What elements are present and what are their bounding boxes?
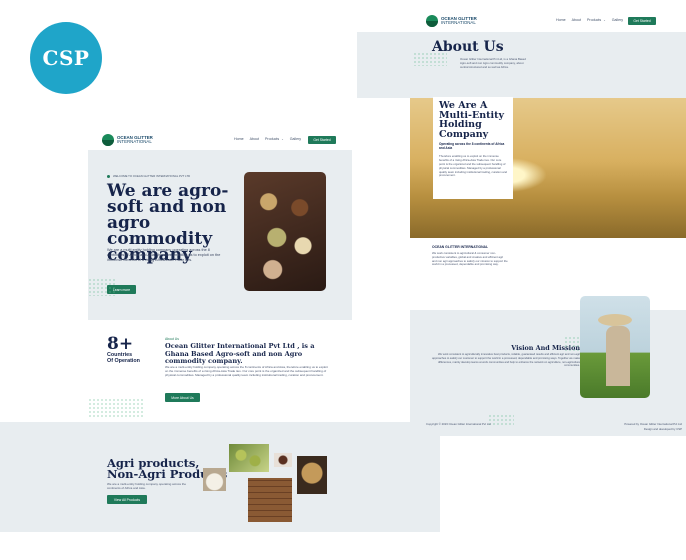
product-image-beans xyxy=(297,456,327,494)
left-page: OCEAN GLITTER INTERNATIONAL Home About P… xyxy=(0,128,440,548)
multi-title: We Are A Multi-Entity Holding Company xyxy=(439,100,505,140)
nav-products[interactable]: Products xyxy=(265,137,279,141)
stats-number: 8+ xyxy=(107,334,134,354)
left-brand[interactable]: OCEAN GLITTER INTERNATIONAL xyxy=(102,134,153,146)
footer-copyright: Copyright © 2023 Ocean Glitter Internati… xyxy=(426,422,491,426)
product-image-pepper xyxy=(274,453,292,467)
product-image-olives xyxy=(229,444,269,472)
chevron-down-icon: ⌄ xyxy=(603,18,606,22)
nav-about[interactable]: About xyxy=(572,18,581,22)
farmer-hat xyxy=(598,314,632,326)
footer-designer-link[interactable]: Design and developed by CSP xyxy=(590,427,682,431)
right-header: OCEAN GLITTER INTERNATIONAL Home About P… xyxy=(410,10,686,30)
multi-subtitle: Operating across the 8 continents of Afr… xyxy=(439,142,505,151)
vision-title: Vision And Mission xyxy=(511,344,580,352)
company-body: We work consistent to agricultural & con… xyxy=(432,251,508,267)
csp-badge-text: CSP xyxy=(42,46,90,70)
vision-section: Vision And Mission We work consistent to… xyxy=(410,296,686,436)
products-body: We are a multi-entity holding company op… xyxy=(107,482,186,491)
nav-about[interactable]: About xyxy=(250,137,259,141)
footer-dot-pattern xyxy=(488,414,514,426)
hero-eyebrow: WELCOME TO OCEAN GLITTER INTERNATIONAL P… xyxy=(107,174,190,178)
product-image-timber xyxy=(248,478,292,522)
product-image-flour xyxy=(203,468,226,491)
multi-entity-card: We Are A Multi-Entity Holding Company Op… xyxy=(433,97,513,199)
footer-powered: Powered by Ocean Glitter International P… xyxy=(624,422,682,426)
nav-gallery[interactable]: Gallery xyxy=(612,18,623,22)
nav-products[interactable]: Products xyxy=(587,18,601,22)
hero-body: We are a multi entity holding company op… xyxy=(107,248,221,262)
about-body: We are a multi-entity holding company op… xyxy=(165,365,328,378)
hero-hands-grains-image xyxy=(244,172,326,291)
about-title: Ocean Glitter International Pvt Ltd , is… xyxy=(165,342,315,366)
left-about-section: 8+ Countries Of Operation About Us Ocean… xyxy=(88,320,352,420)
nav-get-started-button[interactable]: Get Started xyxy=(308,136,336,144)
right-brand[interactable]: OCEAN GLITTER INTERNATIONAL xyxy=(426,15,477,27)
brand-line2: INTERNATIONAL xyxy=(117,139,152,144)
company-heading: OCEAN GLITTER INTERNATIONAL xyxy=(432,245,489,249)
stats-label2: Of Operation xyxy=(107,358,140,364)
about-eyebrow: About Us xyxy=(165,337,179,341)
right-about-banner: About Us Ocean Glitter International Pvt… xyxy=(357,32,686,98)
right-page: OCEAN GLITTER INTERNATIONAL Home About P… xyxy=(357,10,686,436)
brand-logo-icon xyxy=(426,15,438,27)
eyebrow-dot-icon xyxy=(107,174,110,178)
farmer-image xyxy=(580,296,650,398)
more-about-us-button[interactable]: More About Us xyxy=(165,393,200,402)
right-about-body: Ocean Glitter International Pvt Ltd, is … xyxy=(460,57,526,69)
vision-body: We work consistent to agriculturally inn… xyxy=(432,353,580,368)
banner-dot-pattern xyxy=(413,52,447,66)
farmer-body xyxy=(606,326,630,386)
hero-dot-pattern xyxy=(88,278,116,296)
nav-gallery[interactable]: Gallery xyxy=(290,137,301,141)
nav-home[interactable]: Home xyxy=(556,18,566,22)
left-nav: Home About Products ⌄ Gallery xyxy=(234,137,301,141)
about-dot-pattern xyxy=(88,398,144,418)
view-all-products-button[interactable]: View All Products xyxy=(107,495,147,504)
nav-get-started-button[interactable]: Get Started xyxy=(628,17,656,25)
chevron-down-icon: ⌄ xyxy=(281,137,284,141)
brand-logo-icon xyxy=(102,134,114,146)
csp-badge: CSP xyxy=(30,22,102,94)
nav-home[interactable]: Home xyxy=(234,137,244,141)
left-hero: WELCOME TO OCEAN GLITTER INTERNATIONAL P… xyxy=(88,150,352,320)
brand-line2: INTERNATIONAL xyxy=(441,20,476,25)
left-products-section: Agri products, Non-Agri Products We are … xyxy=(0,422,440,532)
hero-eyebrow-text: WELCOME TO OCEAN GLITTER INTERNATIONAL P… xyxy=(113,174,191,178)
right-nav: Home About Products ⌄ Gallery xyxy=(556,18,623,22)
multi-body: Therefore enabling us to exploit on the … xyxy=(439,154,507,178)
left-header: OCEAN GLITTER INTERNATIONAL Home About P… xyxy=(88,128,352,148)
